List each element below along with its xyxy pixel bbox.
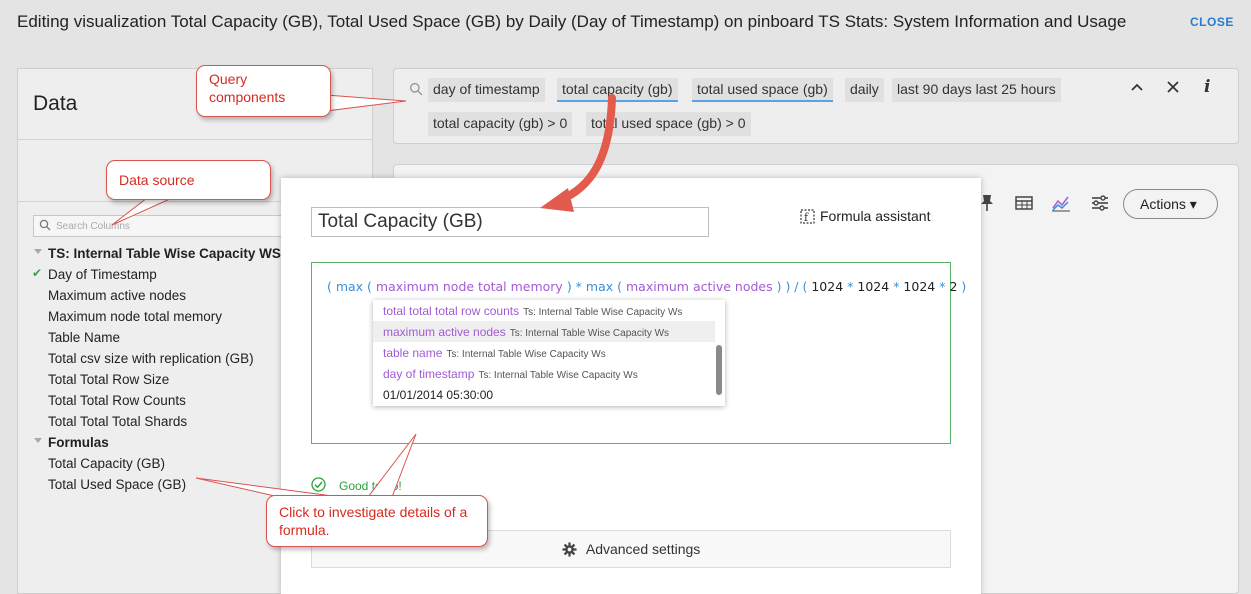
column-label: Total csv size with replication (GB) [48, 351, 254, 366]
search-columns-placeholder: Search Columns [56, 221, 130, 232]
check-circle-icon [311, 477, 326, 492]
suggestion-item[interactable]: maximum active nodes Ts: Internal Table W… [373, 321, 715, 342]
expr-number: 2 [949, 279, 958, 294]
expr-token: ) [961, 279, 967, 294]
dropdown-scrollbar[interactable] [716, 345, 722, 395]
suggestion-source: Ts: Internal Table Wise Capacity Ws [478, 370, 638, 381]
expr-number: 1024 [811, 279, 844, 294]
gear-icon [562, 542, 577, 557]
search-token[interactable]: total capacity (gb) > 0 [428, 112, 573, 136]
formula-assistant-label: Formula assistant [820, 208, 931, 224]
settings-sliders-icon[interactable] [1090, 193, 1110, 213]
expr-operator: * [847, 279, 854, 294]
page-title: Editing visualization Total Capacity (GB… [17, 12, 1127, 31]
search-bar[interactable]: day of timestamp total capacity (gb) tot… [393, 68, 1239, 144]
column-label: Total Total Row Counts [48, 393, 186, 408]
formula-label: Total Capacity (GB) [48, 456, 166, 471]
suggestion-item[interactable]: day of timestamp Ts: Internal Table Wise … [373, 363, 715, 384]
table-icon[interactable] [1014, 193, 1034, 213]
caret-down-icon [34, 249, 42, 254]
data-panel-title: Data [33, 92, 78, 115]
formula-editor-area[interactable]: ( max ( maximum node total memory ) * ma… [311, 262, 966, 444]
collapse-panel-icon[interactable]: ‹ [340, 89, 347, 112]
column-label: Total Total Total Shards [48, 414, 188, 429]
caret-down-icon [34, 438, 42, 443]
expr-operator: * [893, 279, 900, 294]
app-frame: Editing visualization Total Capacity (GB… [0, 0, 1251, 594]
search-icon [409, 82, 423, 96]
expr-column: maximum node total memory [375, 279, 563, 294]
formula-status-text: Good to go! [339, 479, 402, 493]
source-group-label: TS: Internal Table Wise Capacity WS [48, 246, 281, 261]
suggestion-column: table name [383, 346, 443, 360]
info-icon[interactable]: i [1204, 77, 1210, 97]
expr-column: maximum active nodes [625, 279, 773, 294]
autocomplete-dropdown: total total total row counts Ts: Internal… [373, 300, 725, 406]
formula-assistant-button[interactable]: f Formula assistant [800, 208, 931, 224]
formula-name-input[interactable]: Total Capacity (GB) [311, 207, 709, 237]
suggestion-value: 01/01/2014 05:30:00 [383, 388, 494, 402]
formula-label: Total Used Space (GB) [48, 477, 187, 492]
expr-number: 1024 [857, 279, 890, 294]
checkmark-icon: ✔ [32, 266, 43, 280]
column-label: Total Total Row Size [48, 372, 170, 387]
suggestion-source: Ts: Internal Table Wise Capacity Ws [509, 328, 670, 339]
column-label: Day of Timestamp [48, 267, 157, 282]
close-button[interactable]: CLOSE [1190, 15, 1234, 29]
suggestion-source: Ts: Internal Table Wise Capacity Ws [523, 307, 683, 318]
column-label: Maximum active nodes [48, 288, 187, 303]
suggestion-column: total total total row counts [383, 304, 520, 318]
expr-token: ) ) / ( [776, 279, 808, 294]
formulas-group-label: Formulas [48, 435, 109, 450]
suggestion-item[interactable]: total total total row counts Ts: Internal… [373, 300, 715, 321]
search-token[interactable]: total used space (gb) [692, 78, 833, 102]
data-source-callout: Data source [106, 160, 271, 200]
search-icon [39, 219, 51, 231]
search-token[interactable]: last 90 days last 25 hours [892, 78, 1061, 102]
search-token[interactable]: daily [845, 78, 884, 102]
expr-token: ) * max ( [566, 279, 622, 294]
formula-expression: ( max ( maximum node total memory ) * ma… [327, 279, 966, 294]
actions-button[interactable]: Actions ▾ [1123, 189, 1218, 219]
editor-header: Editing visualization Total Capacity (GB… [0, 0, 1251, 48]
search-token[interactable]: day of timestamp [428, 78, 545, 102]
formula-details-callout: Click to investigate details of a formul… [266, 495, 488, 547]
suggestion-column: maximum active nodes [383, 325, 506, 339]
chart-icon[interactable] [1051, 193, 1071, 213]
search-columns-input[interactable]: Search Columns [33, 215, 293, 237]
suggestion-column: day of timestamp [383, 367, 475, 381]
expr-operator: * [939, 279, 946, 294]
suggestion-item[interactable]: table name Ts: Internal Table Wise Capaci… [373, 342, 715, 363]
suggestion-source: Ts: Internal Table Wise Capacity Ws [446, 349, 606, 360]
expr-token: ( max ( [327, 279, 372, 294]
svg-text:f: f [804, 211, 809, 224]
search-token[interactable]: total capacity (gb) [557, 78, 678, 102]
advanced-settings-label: Advanced settings [585, 541, 701, 557]
column-label: Maximum node total memory [48, 309, 223, 324]
clear-icon[interactable] [1166, 79, 1180, 99]
search-token[interactable]: total used space (gb) > 0 [586, 112, 751, 136]
formula-assistant-icon: f [800, 209, 815, 224]
collapse-up-icon[interactable] [1130, 79, 1144, 99]
suggestion-value-item[interactable]: 01/01/2014 05:30:00 [373, 384, 715, 405]
divider [18, 139, 372, 140]
expr-number: 1024 [903, 279, 936, 294]
column-label: Table Name [48, 330, 121, 345]
query-components-callout: Query components [196, 65, 331, 117]
